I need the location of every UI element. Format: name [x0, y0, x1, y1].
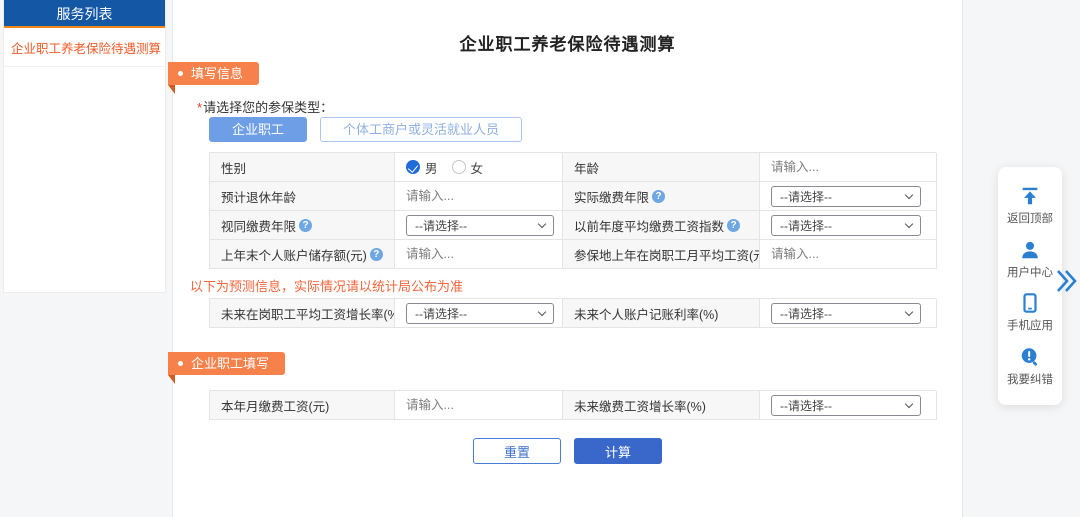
deemed-years-text: 视同缴费年限: [221, 216, 296, 235]
section-badge-label: 企业职工填写: [191, 356, 269, 371]
future-interest-select[interactable]: --请选择--: [771, 303, 921, 324]
future-wage-growth-select[interactable]: --请选择--: [406, 303, 554, 324]
select-placeholder: --请选择--: [780, 397, 832, 414]
double-chevron-right-icon: [1056, 268, 1078, 294]
company-fill-table: 本年月缴费工资(元) 未来缴费工资增长率(%) --请选择--: [209, 390, 936, 420]
reset-button[interactable]: 重置: [473, 438, 561, 464]
sidebar-header: 服务列表: [4, 0, 165, 28]
service-list-sidebar: 服务列表 企业职工养老保险待遇测算: [3, 0, 166, 293]
bullet-icon: [178, 361, 183, 366]
mobile-app-icon: [1019, 292, 1041, 314]
type-button-individual[interactable]: 个体工商户或灵活就业人员: [320, 117, 522, 142]
section-badge-company-fill: 企业职工填写: [168, 352, 285, 375]
back-to-top-icon: [1019, 185, 1041, 207]
toolbar-expand-button[interactable]: [1056, 268, 1078, 299]
chevron-down-icon: [905, 190, 913, 198]
account-balance-label: 上年末个人账户储存额(元) ?: [210, 240, 395, 269]
account-balance-input[interactable]: [406, 247, 554, 261]
future-pay-growth-label: 未来缴费工资增长率(%): [563, 391, 760, 420]
user-center-icon: [1019, 239, 1041, 261]
form-actions: 重置 计算: [173, 438, 962, 464]
section-badge-fill-info: 填写信息: [168, 62, 259, 85]
chevron-down-icon: [905, 307, 913, 315]
wage-index-label: 以前年度平均缴费工资指数 ?: [563, 211, 760, 240]
pension-calculator-page: 服务列表 企业职工养老保险待遇测算 企业职工养老保险待遇测算 填写信息 *请选择…: [0, 0, 1080, 517]
age-label: 年龄: [563, 153, 760, 182]
radio-male-label[interactable]: 男: [425, 158, 438, 177]
error-report-icon: [1019, 346, 1041, 368]
help-icon[interactable]: ?: [370, 248, 383, 261]
basic-info-table: 性别 男 女 年龄 预计退休年龄 实际缴费年限 ? --请选择--: [209, 152, 936, 269]
select-placeholder: --请选择--: [780, 217, 832, 234]
forecast-table: 未来在岗职工平均工资增长率(%) --请选择-- 未来个人账户记账利率(%) -…: [209, 298, 936, 328]
retire-age-input[interactable]: [406, 189, 554, 203]
chevron-down-icon: [905, 219, 913, 227]
help-icon[interactable]: ?: [652, 190, 665, 203]
future-pay-growth-select[interactable]: --请选择--: [771, 395, 921, 416]
select-placeholder: --请选择--: [780, 305, 832, 322]
future-interest-label: 未来个人账户记账利率(%): [563, 299, 760, 328]
current-month-wage-label: 本年月缴费工资(元): [210, 391, 395, 420]
error-report-label: 我要纠错: [1007, 371, 1053, 387]
sidebar-item-pension-calc[interactable]: 企业职工养老保险待遇测算: [4, 28, 165, 67]
future-wage-growth-label: 未来在岗职工平均工资增长率(%): [210, 299, 395, 328]
back-to-top-label: 返回顶部: [1007, 210, 1053, 226]
local-avg-wage-label: 参保地上年在岗职工月平均工资(元) ?: [563, 240, 760, 269]
select-placeholder: --请选择--: [415, 305, 467, 322]
mobile-app-label: 手机应用: [1007, 317, 1053, 333]
radio-female-unchecked[interactable]: [452, 160, 466, 174]
user-center-label: 用户中心: [1007, 264, 1053, 280]
actual-years-select[interactable]: --请选择--: [771, 186, 921, 207]
floating-toolbar: 返回顶部 用户中心 手机应用 我要纠错: [998, 167, 1062, 405]
user-center-button[interactable]: 用户中心: [1007, 239, 1053, 280]
page-title: 企业职工养老保险待遇测算: [173, 30, 962, 55]
select-placeholder: --请选择--: [415, 217, 467, 234]
radio-male-checked[interactable]: [406, 160, 420, 174]
chevron-down-icon: [538, 307, 546, 315]
forecast-notice: 以下为预测信息，实际情况请以统计局公布为准: [190, 276, 463, 295]
deemed-years-label: 视同缴费年限 ?: [210, 211, 395, 240]
help-icon[interactable]: ?: [299, 219, 312, 232]
chevron-down-icon: [905, 399, 913, 407]
required-asterisk: *: [197, 100, 202, 115]
section-badge-label: 填写信息: [191, 66, 243, 81]
select-placeholder: --请选择--: [780, 188, 832, 205]
gender-label: 性别: [210, 153, 395, 182]
current-month-wage-input[interactable]: [406, 398, 554, 412]
chevron-down-icon: [538, 219, 546, 227]
back-to-top-button[interactable]: 返回顶部: [1007, 185, 1053, 226]
actual-years-label: 实际缴费年限 ?: [563, 182, 760, 211]
insure-type-question: *请选择您的参保类型：: [197, 97, 333, 116]
account-balance-text: 上年末个人账户储存额(元): [221, 245, 367, 264]
deemed-years-select[interactable]: --请选择--: [406, 215, 554, 236]
radio-female-label[interactable]: 女: [471, 158, 484, 177]
error-report-button[interactable]: 我要纠错: [1007, 346, 1053, 387]
age-input[interactable]: [771, 160, 928, 174]
actual-years-text: 实际缴费年限: [574, 187, 649, 206]
bullet-icon: [178, 71, 183, 76]
retire-age-label: 预计退休年龄: [210, 182, 395, 211]
wage-index-text: 以前年度平均缴费工资指数: [574, 216, 724, 235]
gender-radio-group: 男 女: [395, 153, 563, 182]
mobile-app-button[interactable]: 手机应用: [1007, 292, 1053, 333]
insure-type-label: 请选择您的参保类型：: [203, 100, 333, 115]
local-avg-wage-text: 参保地上年在岗职工月平均工资(元): [574, 245, 760, 264]
local-avg-wage-input[interactable]: [771, 247, 928, 261]
type-button-company[interactable]: 企业职工: [209, 117, 307, 142]
calculate-button[interactable]: 计算: [574, 438, 662, 464]
wage-index-select[interactable]: --请选择--: [771, 215, 921, 236]
main-content-panel: 企业职工养老保险待遇测算 填写信息 *请选择您的参保类型： 企业职工 个体工商户…: [172, 0, 963, 517]
help-icon[interactable]: ?: [727, 219, 740, 232]
insure-type-button-group: 企业职工 个体工商户或灵活就业人员: [209, 117, 522, 142]
